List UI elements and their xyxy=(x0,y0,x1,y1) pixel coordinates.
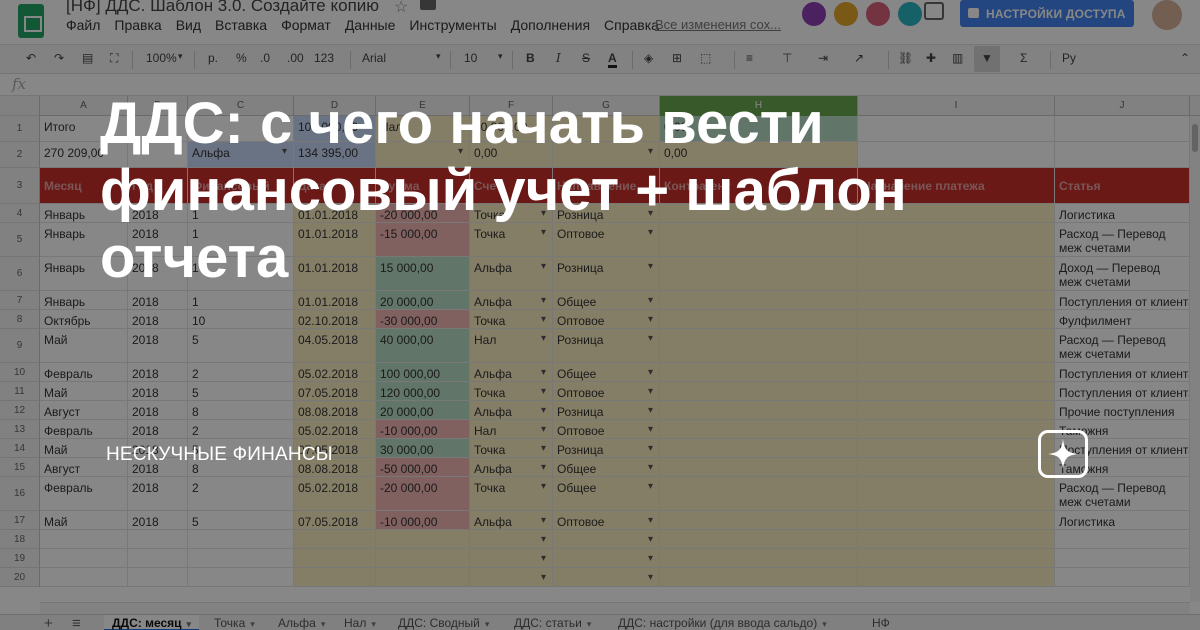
article-headline: ДДС: с чего начать вести финансовый учет… xyxy=(100,91,907,290)
brand-name: НЕСКУЧНЫЕ ФИНАНСЫ xyxy=(106,444,333,465)
sparkle-icon xyxy=(1038,430,1088,478)
